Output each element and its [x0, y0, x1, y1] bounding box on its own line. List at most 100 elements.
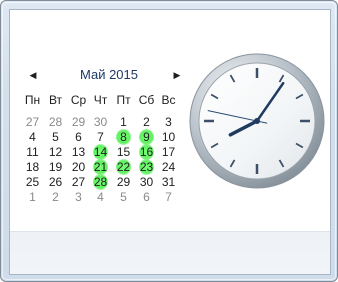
calendar-day[interactable]: 19 — [44, 160, 67, 175]
calendar-day-number: 10 — [161, 130, 176, 144]
calendar-day[interactable]: 5 — [112, 190, 135, 205]
calendar-day[interactable]: 17 — [157, 145, 180, 160]
calendar-day-number: 5 — [52, 130, 59, 144]
calendar-day-number: 30 — [139, 175, 154, 189]
calendar-day[interactable]: 20 — [67, 160, 90, 175]
weekday-label: Вт — [48, 93, 63, 107]
calendar-day[interactable]: 11 — [21, 145, 44, 160]
calendar-day-highlighted[interactable]: 28 — [89, 174, 112, 190]
month-title[interactable]: Май 2015 — [50, 67, 168, 82]
calendar-day-number: 3 — [75, 190, 82, 204]
calendar-day-number: 13 — [71, 145, 86, 159]
calendar-day-highlighted[interactable]: 22 — [112, 159, 135, 175]
calendar-day[interactable]: 24 — [157, 160, 180, 175]
calendar-day[interactable]: 28 — [44, 115, 67, 130]
calendar-day-number: 18 — [25, 160, 40, 174]
weekday-label: Ср — [70, 93, 87, 107]
weekday-label: Чт — [93, 93, 108, 107]
calendar-day-number: 27 — [25, 115, 40, 129]
calendar-day[interactable]: 2 — [44, 190, 67, 205]
calendar-day-number: 8 — [120, 130, 127, 144]
analog-clock — [188, 52, 326, 190]
calendar-day-highlighted[interactable]: 16 — [135, 144, 158, 160]
calendar-day[interactable]: 26 — [44, 175, 67, 190]
calendar-day-number: 20 — [71, 160, 86, 174]
calendar-day[interactable]: 3 — [157, 115, 180, 130]
clock-center-pin — [254, 118, 260, 124]
calendar-day-number: 28 — [48, 115, 63, 129]
calendar-day-number: 2 — [52, 190, 59, 204]
calendar-day[interactable]: 3 — [67, 190, 90, 205]
flyout-panel: ◀ Май 2015 ▶ Пн Вт Ср Чт Пт Сб Вс 27 28 29 30 1 2 3 4… — [9, 9, 331, 275]
calendar-day[interactable]: 15 — [112, 145, 135, 160]
calendar-day-number: 6 — [75, 130, 82, 144]
calendar-day[interactable]: 30 — [135, 175, 158, 190]
weekday-label: Сб — [138, 93, 155, 107]
calendar-day-number: 15 — [116, 145, 131, 159]
calendar-day[interactable]: 27 — [67, 175, 90, 190]
calendar-day-number: 7 — [165, 190, 172, 204]
calendar-day-highlighted[interactable]: 21 — [89, 159, 112, 175]
next-month-icon[interactable]: ▶ — [171, 69, 183, 81]
prev-month-icon[interactable]: ◀ — [27, 69, 39, 81]
calendar-day-highlighted[interactable]: 9 — [135, 129, 158, 145]
flyout-footer — [10, 231, 330, 274]
calendar-day-number: 17 — [161, 145, 176, 159]
calendar-day[interactable]: 2 — [135, 115, 158, 130]
calendar-day-number: 25 — [25, 175, 40, 189]
calendar-day[interactable]: 6 — [135, 190, 158, 205]
calendar-day-highlighted[interactable]: 14 — [89, 144, 112, 160]
calendar-day-number: 19 — [48, 160, 63, 174]
weekday-label: Пн — [24, 93, 41, 107]
calendar-day-number: 21 — [93, 160, 108, 174]
calendar-day[interactable]: 30 — [89, 115, 112, 130]
weekday-label: Вс — [161, 93, 176, 107]
calendar-day-number: 29 — [116, 175, 131, 189]
calendar-day-number: 12 — [48, 145, 63, 159]
calendar-day-number: 16 — [139, 145, 154, 159]
calendar-day-number: 22 — [116, 160, 131, 174]
calendar-day[interactable]: 4 — [21, 130, 44, 145]
calendar-day-number: 23 — [139, 160, 154, 174]
calendar-day-number: 1 — [29, 190, 36, 204]
calendar-day[interactable]: 18 — [21, 160, 44, 175]
calendar-day-number: 31 — [161, 175, 176, 189]
calendar-clock-flyout: ◀ Май 2015 ▶ Пн Вт Ср Чт Пт Сб Вс 27 28 29 30 1 2 3 4… — [0, 0, 338, 282]
calendar-day-number: 28 — [93, 175, 108, 189]
calendar-day-number: 29 — [71, 115, 86, 129]
calendar-day-highlighted[interactable]: 8 — [112, 129, 135, 145]
calendar-day-number: 24 — [161, 160, 176, 174]
calendar-day[interactable]: 25 — [21, 175, 44, 190]
calendar: ◀ Май 2015 ▶ Пн Вт Ср Чт Пт Сб Вс 27 28 29 30 1 2 3 4… — [10, 10, 183, 210]
calendar-day[interactable]: 7 — [157, 190, 180, 205]
weekday-label: Пт — [116, 93, 131, 107]
calendar-day[interactable]: 29 — [112, 175, 135, 190]
calendar-day[interactable]: 12 — [44, 145, 67, 160]
calendar-day-number: 27 — [71, 175, 86, 189]
calendar-day[interactable]: 13 — [67, 145, 90, 160]
calendar-day-number: 6 — [143, 190, 150, 204]
calendar-day[interactable]: 5 — [44, 130, 67, 145]
calendar-day[interactable]: 1 — [112, 115, 135, 130]
calendar-day-number: 3 — [165, 115, 172, 129]
calendar-day[interactable]: 31 — [157, 175, 180, 190]
calendar-day[interactable]: 7 — [89, 130, 112, 145]
clock-face — [189, 53, 325, 189]
calendar-day[interactable]: 29 — [67, 115, 90, 130]
calendar-day-number: 4 — [29, 130, 36, 144]
calendar-day[interactable]: 10 — [157, 130, 180, 145]
calendar-day[interactable]: 27 — [21, 115, 44, 130]
calendar-day-number: 1 — [120, 115, 127, 129]
calendar-day-number: 26 — [48, 175, 63, 189]
calendar-day-number: 2 — [143, 115, 150, 129]
calendar-day[interactable]: 4 — [89, 190, 112, 205]
calendar-day-highlighted[interactable]: 23 — [135, 159, 158, 175]
calendar-day-number: 11 — [26, 145, 39, 159]
calendar-day-number: 14 — [93, 145, 108, 159]
calendar-day-number: 5 — [120, 190, 127, 204]
calendar-day-number: 4 — [97, 190, 104, 204]
calendar-day-number: 7 — [97, 130, 104, 144]
calendar-day[interactable]: 1 — [21, 190, 44, 205]
calendar-day[interactable]: 6 — [67, 130, 90, 145]
calendar-day-number: 9 — [143, 130, 150, 144]
